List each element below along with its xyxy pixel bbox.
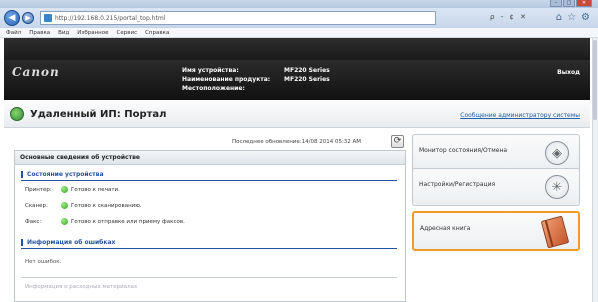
- status-value: Готово к печати.: [71, 186, 120, 193]
- device-info-header: Имя устройства: MF220 Series Наименование…: [182, 66, 330, 93]
- refresh-button[interactable]: ⟳: [391, 135, 404, 148]
- browser-navbar: ◀ ▶ http://192.168.0.215/portal_top.html…: [0, 8, 598, 28]
- location-label: Местоположение:: [182, 85, 245, 92]
- error-text: Нет ошибок.: [25, 259, 62, 265]
- product-name-label: Наименование продукта:: [182, 76, 271, 83]
- product-name-value: MF220 Series: [284, 76, 330, 83]
- menu-favorites[interactable]: Избранное: [77, 30, 108, 36]
- address-bar[interactable]: http://192.168.0.215/portal_top.html: [40, 11, 436, 25]
- close-window-button[interactable]: ✕: [576, 0, 592, 7]
- error-heading: Информация об ошибках: [21, 239, 115, 246]
- menu-status-monitor[interactable]: Монитор состояния/Отмена ◈: [412, 134, 580, 172]
- url-text: http://192.168.0.215/portal_top.html: [55, 14, 166, 22]
- menu-view[interactable]: Вид: [58, 30, 69, 36]
- status-ok-icon: [61, 218, 68, 225]
- page-header-strip: [4, 38, 590, 60]
- device-name-label: Имя устройства:: [182, 67, 239, 74]
- eye-icon: ◈: [545, 141, 569, 165]
- status-ok-icon: [61, 202, 68, 209]
- home-icon[interactable]: ⌂: [556, 12, 562, 23]
- error-heading-divider: [21, 248, 397, 249]
- canon-logo: Canon: [12, 65, 60, 79]
- menu-file[interactable]: Файл: [6, 30, 21, 36]
- status-label: Факс:: [25, 218, 42, 225]
- status-ok-icon: [61, 186, 68, 193]
- status-value: Готово к сканированию.: [71, 202, 142, 209]
- browser-right-icons: ⌂ ☆ ⚙: [556, 12, 590, 23]
- menu-item-label: Адресная книга: [420, 225, 471, 232]
- menu-edit[interactable]: Правка: [29, 30, 50, 36]
- settings-icon: ✳: [545, 175, 569, 199]
- favicon-icon: [44, 14, 52, 22]
- window-titlebar: – □ ✕: [0, 0, 598, 8]
- menu-item-label: Настройки/Регистрация: [419, 181, 496, 188]
- gear-icon[interactable]: ⚙: [581, 12, 590, 23]
- status-row-printer: Принтер: Готово к печати.: [25, 186, 120, 193]
- portal-icon: [10, 107, 24, 121]
- consumables-divider: [21, 277, 397, 278]
- browser-menubar: Файл Правка Вид Избранное Сервис Справка: [0, 28, 598, 38]
- device-name-value: MF220 Series: [284, 67, 330, 74]
- status-heading-divider: [21, 180, 397, 181]
- forward-button[interactable]: ▶: [22, 12, 34, 24]
- status-label: Принтер:: [25, 186, 52, 193]
- minimize-button[interactable]: –: [550, 0, 562, 7]
- device-info-panel: Основные сведения об устройстве Состояни…: [14, 150, 406, 302]
- status-label: Сканер:: [25, 202, 48, 209]
- last-updated-text: Последнее обновление:14/08 2014 05:32 AM: [232, 139, 362, 145]
- back-button[interactable]: ◀: [4, 10, 20, 26]
- favorites-star-icon[interactable]: ☆: [567, 12, 576, 23]
- consumables-heading: Информация о расходных материалах: [25, 284, 138, 290]
- address-tools[interactable]: ρ - ¢ ✕: [490, 13, 528, 21]
- admin-message-link[interactable]: Сообщение администратору системы: [460, 112, 580, 119]
- window-controls: – □ ✕: [550, 0, 592, 8]
- maximize-button[interactable]: □: [563, 0, 575, 7]
- status-row-fax: Факс: Готово к отправке или приему факсо…: [25, 218, 185, 225]
- status-row-scanner: Сканер: Готово к сканированию.: [25, 202, 142, 209]
- menu-tools[interactable]: Сервис: [117, 30, 138, 36]
- logout-link[interactable]: Выход: [557, 69, 580, 76]
- address-book-icon: [540, 215, 570, 249]
- status-heading: Состояние устройства: [21, 171, 104, 178]
- page-title: Удаленный ИП: Портал: [30, 109, 167, 120]
- status-value: Готово к отправке или приему факсов.: [71, 218, 185, 225]
- device-info-heading: Основные сведения об устройстве: [15, 151, 405, 165]
- menu-settings-registration[interactable]: Настройки/Регистрация ✳: [412, 168, 580, 206]
- menu-item-label: Монитор состояния/Отмена: [419, 147, 508, 154]
- menu-address-book[interactable]: Адресная книга: [412, 211, 580, 251]
- scrollbar-thumb[interactable]: [593, 40, 597, 120]
- menu-help[interactable]: Справка: [145, 30, 169, 36]
